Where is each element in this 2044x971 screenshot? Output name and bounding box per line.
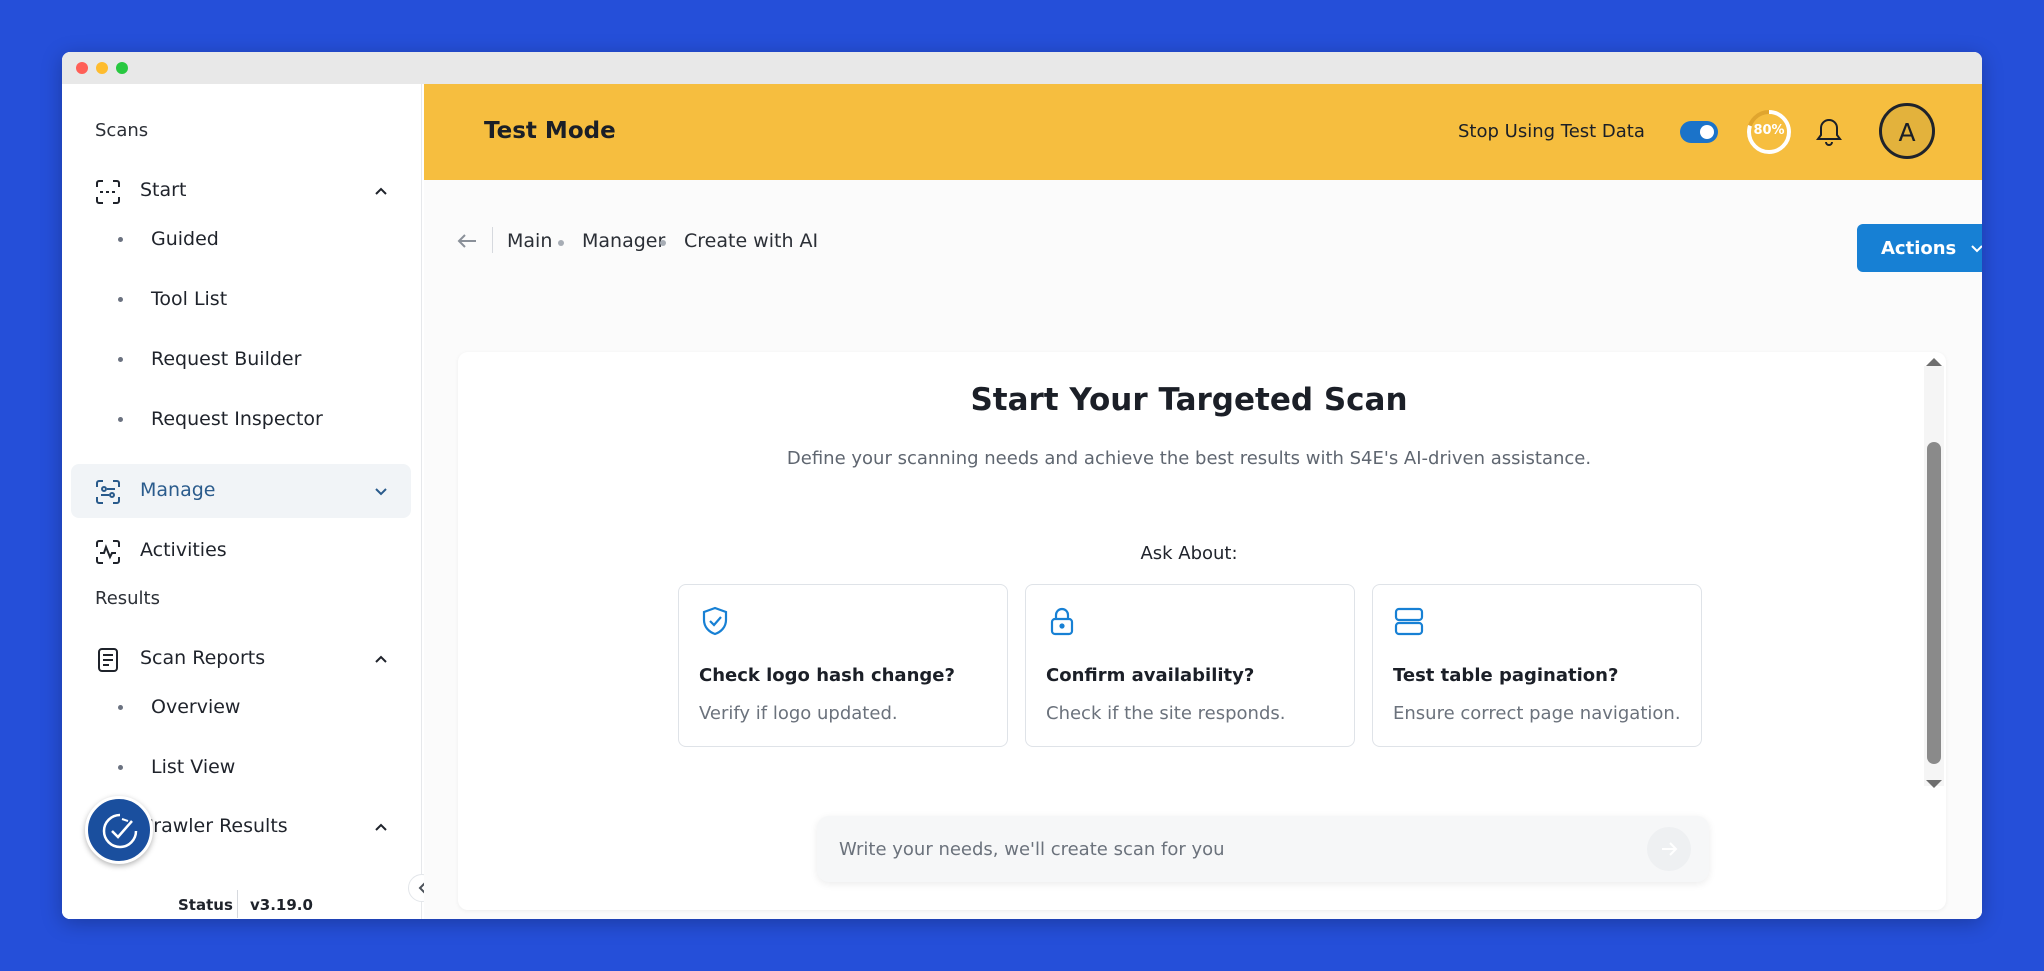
scrollbar-thumb[interactable] <box>1927 442 1941 764</box>
lock-icon <box>1050 607 1074 636</box>
suggestion-description: Verify if logo updated. <box>699 703 898 724</box>
breadcrumb-dot <box>558 240 564 246</box>
main-content: Main Manager Create with AI Actions Star… <box>424 180 1982 919</box>
sidebar-subitem-overview[interactable]: Overview <box>118 687 398 727</box>
sidebar-subitem-label: List View <box>151 756 236 778</box>
ask-about-label: Ask About: <box>1140 543 1238 564</box>
breadcrumb-divider <box>492 227 493 253</box>
minimize-window-button[interactable] <box>96 62 108 74</box>
actions-button[interactable]: Actions <box>1857 224 1982 272</box>
scroll-up-arrow[interactable] <box>1926 358 1942 366</box>
scroll-down-arrow[interactable] <box>1926 780 1942 788</box>
status-label[interactable]: Status <box>178 896 233 914</box>
bullet-icon <box>118 705 123 710</box>
sidebar-subitem-list-view[interactable]: List View <box>118 747 398 787</box>
status-fab-button[interactable] <box>85 796 153 864</box>
bullet-icon <box>118 765 123 770</box>
sidebar-item-label: Scan Reports <box>140 647 266 669</box>
avatar-initial: A <box>1898 118 1916 147</box>
back-arrow-icon[interactable] <box>456 230 478 252</box>
breadcrumb-item-main[interactable]: Main <box>507 230 552 252</box>
suggestion-card-pagination[interactable]: Test table pagination? Ensure correct pa… <box>1372 584 1702 747</box>
suggestion-title: Confirm availability? <box>1046 665 1255 686</box>
suggestion-title: Test table pagination? <box>1393 665 1619 686</box>
sidebar-subitem-request-builder[interactable]: Request Builder <box>118 339 398 379</box>
sidebar-subitem-label: Request Builder <box>151 348 302 370</box>
bullet-icon <box>118 297 123 302</box>
progress-text: 80% <box>1753 123 1785 138</box>
sidebar-item-label: Manage <box>140 479 216 501</box>
bullet-icon <box>118 237 123 242</box>
sidebar-subitem-guided[interactable]: Guided <box>118 219 398 259</box>
sidebar-item-scan-reports[interactable]: Scan Reports <box>71 632 411 686</box>
breadcrumb-dot <box>660 240 666 246</box>
app-window: Scans Start Guided Tool List Request Bui… <box>62 52 1982 919</box>
window-titlebar <box>62 52 1982 84</box>
avatar[interactable]: A <box>1879 103 1935 159</box>
chevron-down-icon <box>1971 245 1982 253</box>
sidebar-section-scans: Scans <box>95 120 149 141</box>
toggle-knob <box>1700 125 1714 139</box>
sidebar-subitem-label: Overview <box>151 696 241 718</box>
sidebar-subitem-label: Request Inspector <box>151 408 323 430</box>
test-data-toggle[interactable] <box>1680 121 1718 143</box>
scan-icon <box>96 180 120 204</box>
shield-check-icon <box>702 606 728 636</box>
activity-icon <box>96 540 120 564</box>
suggestion-description: Ensure correct page navigation. <box>1393 703 1681 724</box>
sidebar-item-label: Crawler Results <box>140 815 288 837</box>
report-icon <box>98 648 118 672</box>
bell-icon[interactable] <box>1814 116 1844 148</box>
chevron-up-icon[interactable] <box>371 649 391 669</box>
suggestion-card-logo-hash[interactable]: Check logo hash change? Verify if logo u… <box>678 584 1008 747</box>
sidebar-section-results: Results <box>95 588 160 609</box>
breadcrumb-item-manager[interactable]: Manager <box>582 230 665 252</box>
arrow-right-icon <box>1662 842 1678 856</box>
top-header: Test Mode Stop Using Test Data 80% A <box>424 84 1982 180</box>
test-data-toggle-label: Stop Using Test Data <box>1458 121 1645 142</box>
sidebar-item-label: Activities <box>140 539 227 561</box>
actions-label: Actions <box>1881 238 1957 259</box>
server-icon <box>1394 607 1424 636</box>
sidebar-footer <box>62 864 421 919</box>
sidebar-subitem-label: Guided <box>151 228 219 250</box>
check-badge-icon <box>102 813 138 849</box>
sidebar-subitem-tool-list[interactable]: Tool List <box>118 279 398 319</box>
send-button[interactable] <box>1647 827 1691 871</box>
sidebar-item-activities[interactable]: Activities <box>71 524 411 578</box>
scan-needs-input[interactable] <box>839 832 1619 866</box>
close-window-button[interactable] <box>76 62 88 74</box>
sidebar-item-start[interactable]: Start <box>71 164 411 218</box>
card-subtitle: Define your scanning needs and achieve t… <box>786 448 1592 469</box>
manage-icon <box>96 480 120 504</box>
breadcrumb-item-create-with-ai: Create with AI <box>684 230 819 252</box>
progress-ring[interactable]: 80% <box>1745 108 1793 156</box>
page-title: Test Mode <box>484 118 616 144</box>
maximize-window-button[interactable] <box>116 62 128 74</box>
bullet-icon <box>118 417 123 422</box>
chevron-up-icon[interactable] <box>371 817 391 837</box>
suggestion-card-availability[interactable]: Confirm availability? Check if the site … <box>1025 584 1355 747</box>
chevron-up-icon[interactable] <box>371 181 391 201</box>
sidebar-subitem-request-inspector[interactable]: Request Inspector <box>118 399 398 439</box>
sidebar-item-label: Start <box>140 179 187 201</box>
chevron-down-icon[interactable] <box>371 481 391 501</box>
sidebar-item-manage[interactable]: Manage <box>71 464 411 518</box>
card-title: Start Your Targeted Scan <box>970 382 1408 418</box>
prompt-box <box>817 816 1709 882</box>
sidebar-subitem-label: Tool List <box>151 288 228 310</box>
status-divider <box>237 890 238 918</box>
sidebar: Scans Start Guided Tool List Request Bui… <box>62 84 422 919</box>
version-label: v3.19.0 <box>250 896 313 914</box>
bullet-icon <box>118 357 123 362</box>
suggestion-title: Check logo hash change? <box>699 665 955 686</box>
suggestion-description: Check if the site responds. <box>1046 703 1286 724</box>
